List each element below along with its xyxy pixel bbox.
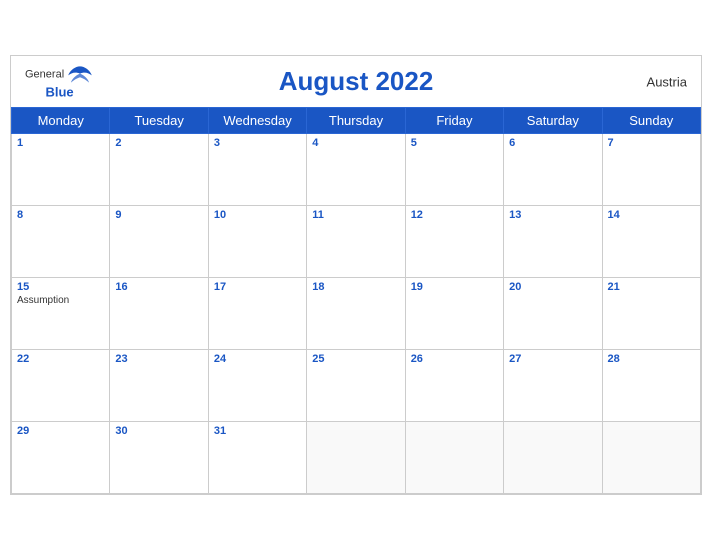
day-number: 27 — [509, 353, 596, 365]
calendar-day-cell: 1 — [12, 134, 110, 206]
logo-general: General — [25, 68, 64, 80]
day-number: 22 — [17, 353, 104, 365]
header-monday: Monday — [12, 108, 110, 134]
header-tuesday: Tuesday — [110, 108, 208, 134]
day-number: 1 — [17, 137, 104, 149]
calendar-day-cell: 28 — [602, 350, 700, 422]
calendar-day-cell: 7 — [602, 134, 700, 206]
calendar-day-cell — [602, 422, 700, 494]
day-number: 26 — [411, 353, 498, 365]
calendar-day-cell: 12 — [405, 206, 503, 278]
calendar-day-cell: 23 — [110, 350, 208, 422]
calendar-day-cell — [504, 422, 602, 494]
logo-bird-icon — [66, 64, 94, 84]
day-number: 25 — [312, 353, 399, 365]
calendar-day-cell: 10 — [208, 206, 306, 278]
calendar-day-cell: 24 — [208, 350, 306, 422]
day-number: 7 — [608, 137, 695, 149]
header-friday: Friday — [405, 108, 503, 134]
calendar-day-cell: 18 — [307, 278, 405, 350]
calendar-day-cell: 14 — [602, 206, 700, 278]
day-number: 5 — [411, 137, 498, 149]
calendar-day-cell — [307, 422, 405, 494]
calendar-day-cell: 17 — [208, 278, 306, 350]
calendar-day-cell: 31 — [208, 422, 306, 494]
day-number: 17 — [214, 281, 301, 293]
calendar-day-cell: 6 — [504, 134, 602, 206]
day-number: 3 — [214, 137, 301, 149]
country-label: Austria — [647, 74, 687, 89]
day-number: 19 — [411, 281, 498, 293]
week-row-2: 89 10 11 12 13 14 — [12, 206, 701, 278]
logo-blue: Blue — [45, 84, 73, 99]
day-number: 15 — [17, 281, 104, 293]
day-number: 13 — [509, 209, 596, 221]
day-number: 8 — [17, 209, 104, 221]
calendar-container: General Blue August 2022 Austria Monday … — [10, 55, 702, 495]
calendar-day-cell: 9 — [110, 206, 208, 278]
week-row-5: 29 30 31 — [12, 422, 701, 494]
day-number: 11 — [312, 209, 399, 221]
event-label: Assumption — [17, 295, 104, 306]
calendar-day-cell: 29 — [12, 422, 110, 494]
calendar-day-cell: 26 — [405, 350, 503, 422]
weekday-header-row: Monday Tuesday Wednesday Thursday Friday… — [12, 108, 701, 134]
calendar-day-cell: 30 — [110, 422, 208, 494]
day-number: 30 — [115, 425, 202, 437]
calendar-day-cell: 22 — [12, 350, 110, 422]
calendar-day-cell: 3 — [208, 134, 306, 206]
day-number: 4 — [312, 137, 399, 149]
calendar-header: General Blue August 2022 Austria — [11, 56, 701, 107]
logo: General Blue — [25, 64, 94, 99]
day-number: 6 — [509, 137, 596, 149]
calendar-day-cell: 19 — [405, 278, 503, 350]
calendar-day-cell — [405, 422, 503, 494]
calendar-day-cell: 4 — [307, 134, 405, 206]
day-number: 18 — [312, 281, 399, 293]
day-number: 23 — [115, 353, 202, 365]
calendar-title: August 2022 — [279, 66, 434, 97]
calendar-day-cell: 15 Assumption — [12, 278, 110, 350]
day-number: 24 — [214, 353, 301, 365]
calendar-day-cell: 11 — [307, 206, 405, 278]
calendar-day-cell: 13 — [504, 206, 602, 278]
day-number: 10 — [214, 209, 301, 221]
calendar-day-cell: 2 — [110, 134, 208, 206]
header-sunday: Sunday — [602, 108, 700, 134]
day-number: 14 — [608, 209, 695, 221]
calendar-day-cell: 21 — [602, 278, 700, 350]
calendar-day-cell: 8 — [12, 206, 110, 278]
day-number: 28 — [608, 353, 695, 365]
day-number: 21 — [608, 281, 695, 293]
calendar-day-cell: 5 — [405, 134, 503, 206]
week-row-1: 1234567 — [12, 134, 701, 206]
day-number: 16 — [115, 281, 202, 293]
day-number: 9 — [115, 209, 202, 221]
day-number: 29 — [17, 425, 104, 437]
calendar-day-cell: 25 — [307, 350, 405, 422]
calendar-day-cell: 27 — [504, 350, 602, 422]
header-thursday: Thursday — [307, 108, 405, 134]
week-row-3: 15 Assumption 16 17 18 19 20 21 — [12, 278, 701, 350]
calendar-day-cell: 16 — [110, 278, 208, 350]
header-wednesday: Wednesday — [208, 108, 306, 134]
day-number: 12 — [411, 209, 498, 221]
calendar-day-cell: 20 — [504, 278, 602, 350]
header-saturday: Saturday — [504, 108, 602, 134]
day-number: 2 — [115, 137, 202, 149]
calendar-grid: Monday Tuesday Wednesday Thursday Friday… — [11, 107, 701, 494]
week-row-4: 22 23 24 25 26 27 28 — [12, 350, 701, 422]
day-number: 31 — [214, 425, 301, 437]
day-number: 20 — [509, 281, 596, 293]
